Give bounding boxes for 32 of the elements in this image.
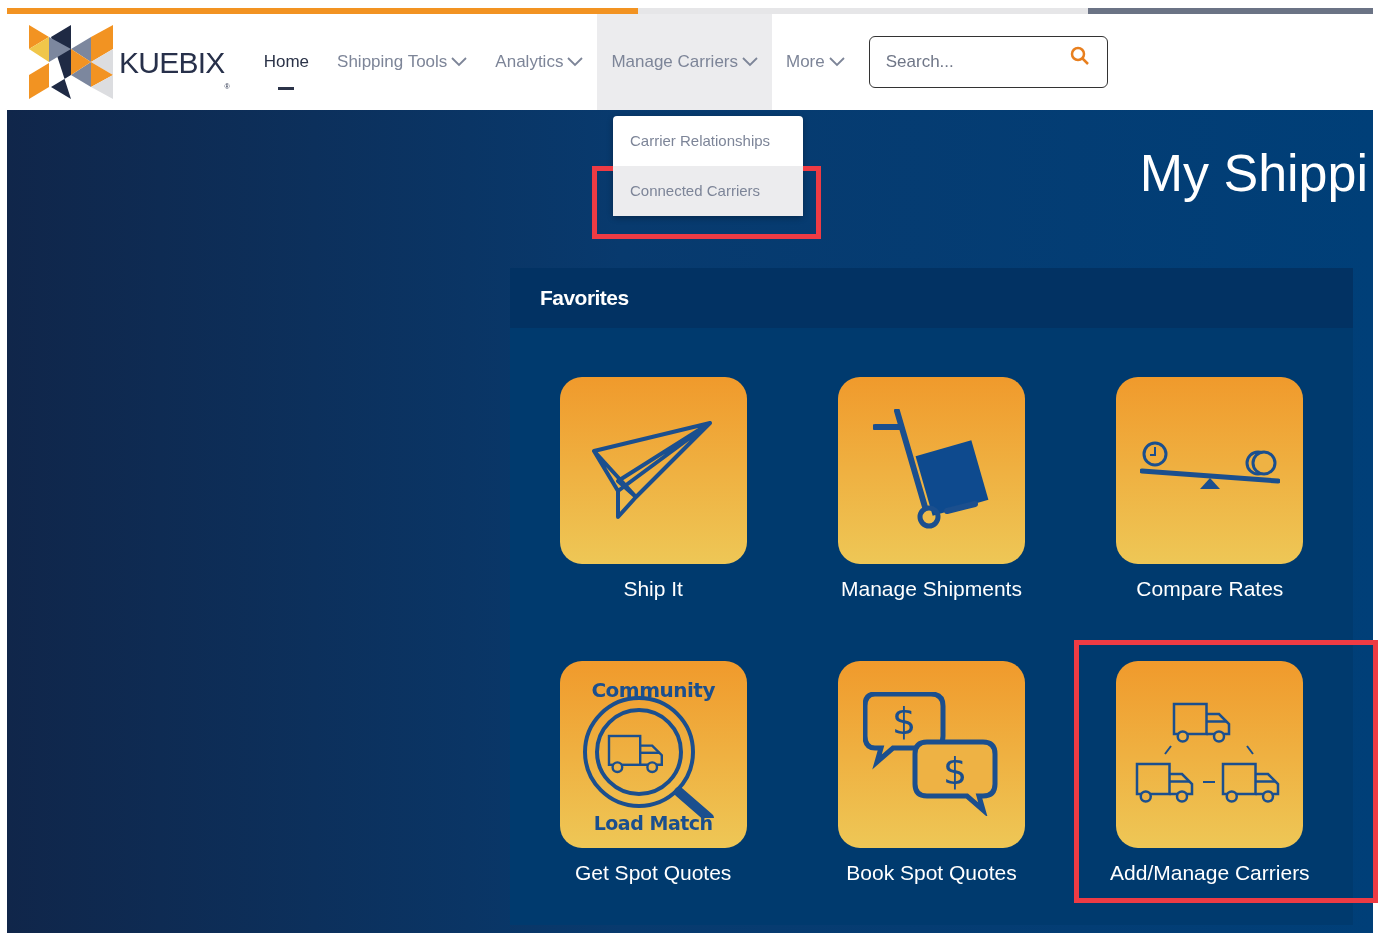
tile-label[interactable]: Manage Shipments	[841, 573, 1022, 605]
tile-label[interactable]: Book Spot Quotes	[846, 856, 1017, 888]
favorite-tile[interactable]	[838, 377, 1025, 564]
dollar-sign: $	[892, 699, 917, 743]
tile-label[interactable]: Compare Rates	[1136, 573, 1284, 605]
nav-item[interactable]: Analytics	[481, 14, 598, 110]
tile-label[interactable]: Ship It	[623, 573, 683, 605]
paper-plane-icon	[592, 420, 715, 521]
dollar-sign: $	[943, 749, 968, 793]
nav-item[interactable]: More	[772, 14, 859, 110]
search-field[interactable]: Search...	[868, 36, 1108, 88]
chevron-down-icon	[451, 57, 468, 67]
panel-title: Favorites	[540, 285, 629, 312]
chevron-down-icon	[742, 57, 758, 67]
nav-item[interactable]: Shipping Tools	[323, 14, 482, 110]
favorite-tile[interactable]	[1116, 660, 1304, 848]
nav-item[interactable]: Home	[249, 14, 324, 110]
search-icon	[1069, 46, 1090, 66]
favorite-tile[interactable]: Community Load Match	[559, 660, 747, 848]
page-title: My Shippi	[1139, 143, 1368, 204]
favorite-tile[interactable]	[1116, 377, 1304, 564]
chevron-down-icon	[567, 57, 584, 67]
nav-item[interactable]: Manage Carriers	[597, 14, 772, 110]
chevron-down-icon	[828, 57, 845, 67]
logo-icon	[29, 25, 115, 99]
tile-label[interactable]: Get Spot Quotes	[574, 856, 732, 888]
favorite-tile[interactable]: $ $	[838, 660, 1025, 848]
logo-text: KUEBIX	[119, 44, 225, 81]
menu-item[interactable]: Carrier Relationships	[613, 116, 803, 166]
tile-label[interactable]: Add/Manage Carriers	[1110, 856, 1310, 888]
menu-item[interactable]: Connected Carriers	[613, 166, 803, 216]
favorite-tile[interactable]	[559, 377, 747, 564]
